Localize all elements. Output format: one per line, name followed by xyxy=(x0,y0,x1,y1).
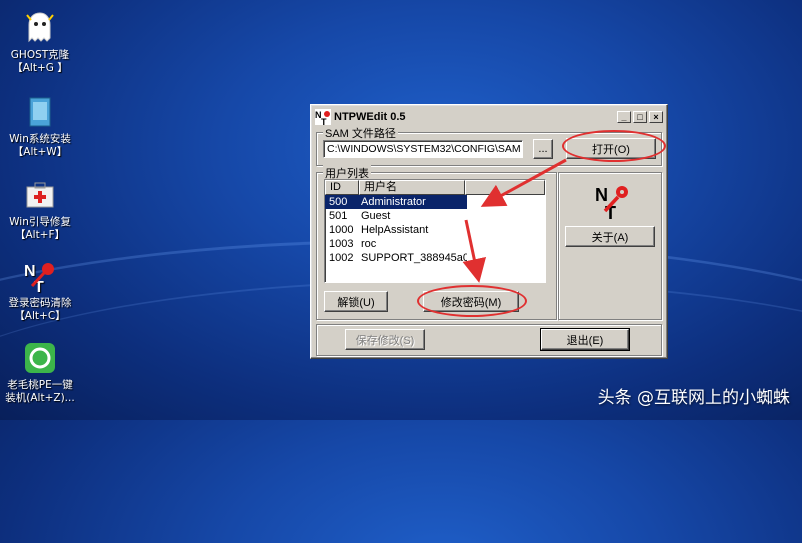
arrow-to-change-password xyxy=(462,219,487,283)
watermark: 头条 @互联网上的小蜘蛛 xyxy=(597,388,790,408)
arrow-to-user-row xyxy=(480,158,567,207)
annotation-arrows xyxy=(462,158,567,283)
